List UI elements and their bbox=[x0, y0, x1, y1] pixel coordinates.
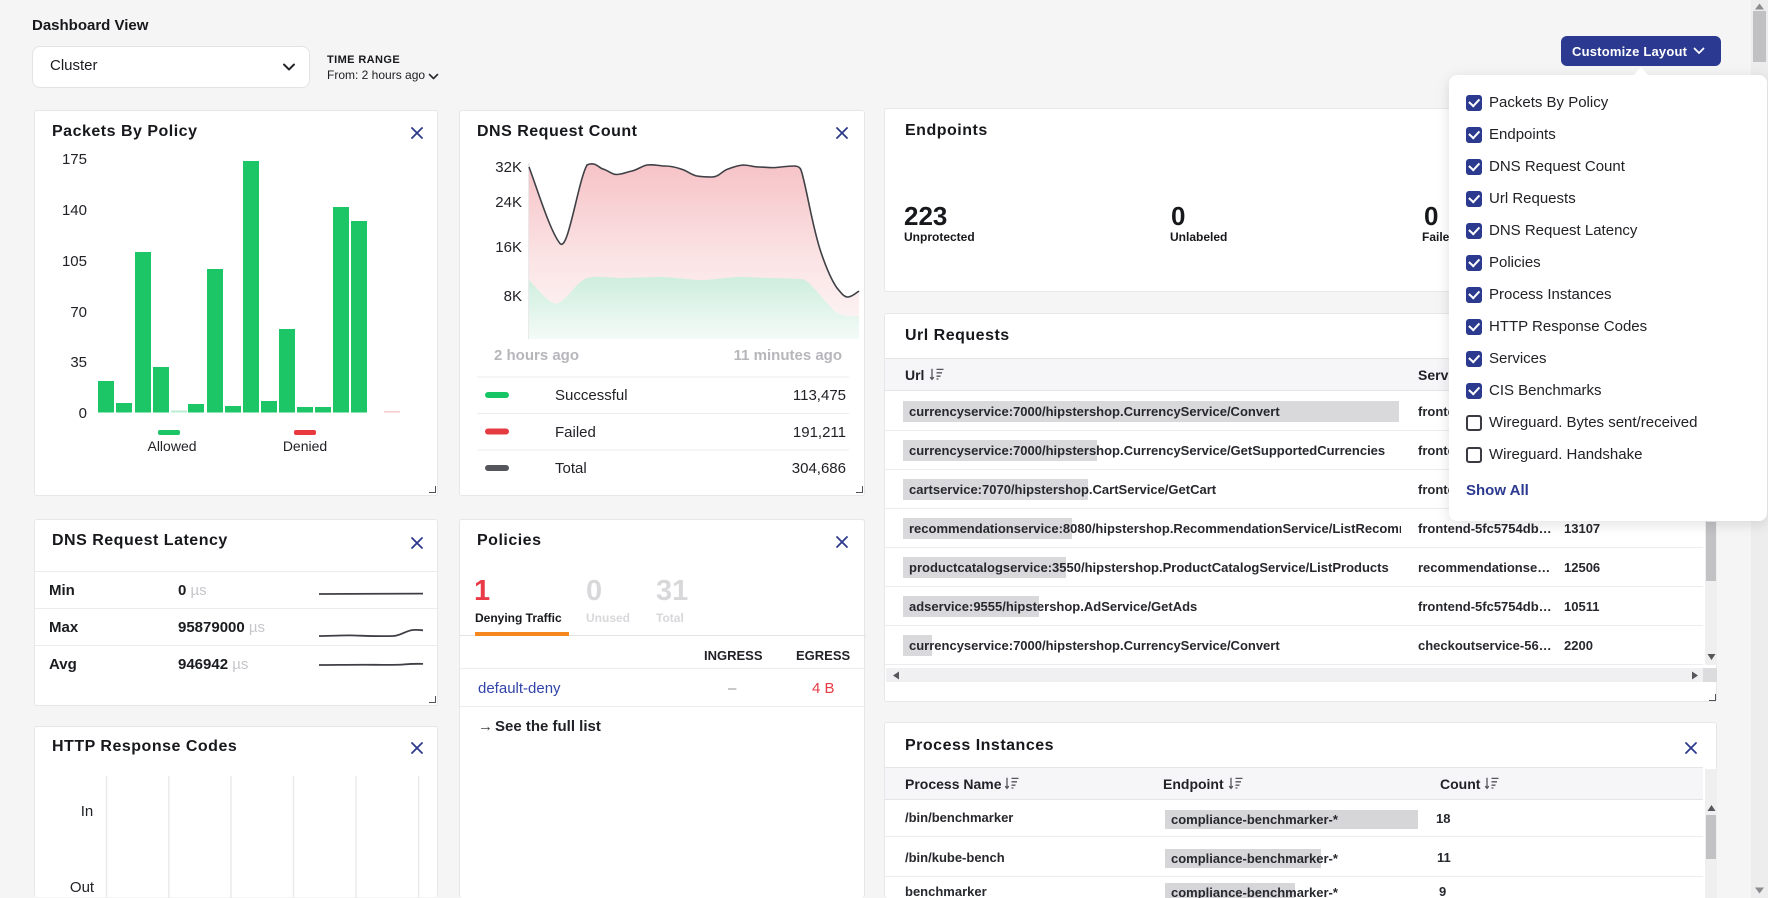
svg-text:Denied: Denied bbox=[283, 438, 327, 454]
svg-text:140: 140 bbox=[62, 202, 87, 219]
svg-text:175: 175 bbox=[62, 151, 87, 168]
svg-text:191,211: 191,211 bbox=[793, 424, 846, 441]
svg-text:24K: 24K bbox=[495, 194, 522, 211]
svg-text:16K: 16K bbox=[495, 239, 522, 256]
svg-text:105: 105 bbox=[62, 253, 87, 270]
svg-text:113,475: 113,475 bbox=[793, 387, 846, 404]
svg-text:Out: Out bbox=[70, 879, 95, 896]
svg-text:In: In bbox=[81, 803, 94, 820]
svg-text:32K: 32K bbox=[495, 159, 522, 176]
svg-text:11 minutes ago: 11 minutes ago bbox=[734, 347, 842, 364]
svg-text:Total: Total bbox=[555, 460, 587, 477]
svg-text:Failed: Failed bbox=[555, 424, 596, 441]
svg-text:8K: 8K bbox=[504, 288, 522, 305]
svg-text:70: 70 bbox=[70, 304, 87, 321]
svg-text:0: 0 bbox=[79, 405, 87, 422]
svg-text:Allowed: Allowed bbox=[147, 438, 196, 454]
svg-text:2 hours ago: 2 hours ago bbox=[494, 347, 579, 364]
svg-text:Successful: Successful bbox=[555, 387, 628, 404]
svg-text:35: 35 bbox=[70, 354, 87, 371]
svg-text:304,686: 304,686 bbox=[792, 460, 846, 477]
